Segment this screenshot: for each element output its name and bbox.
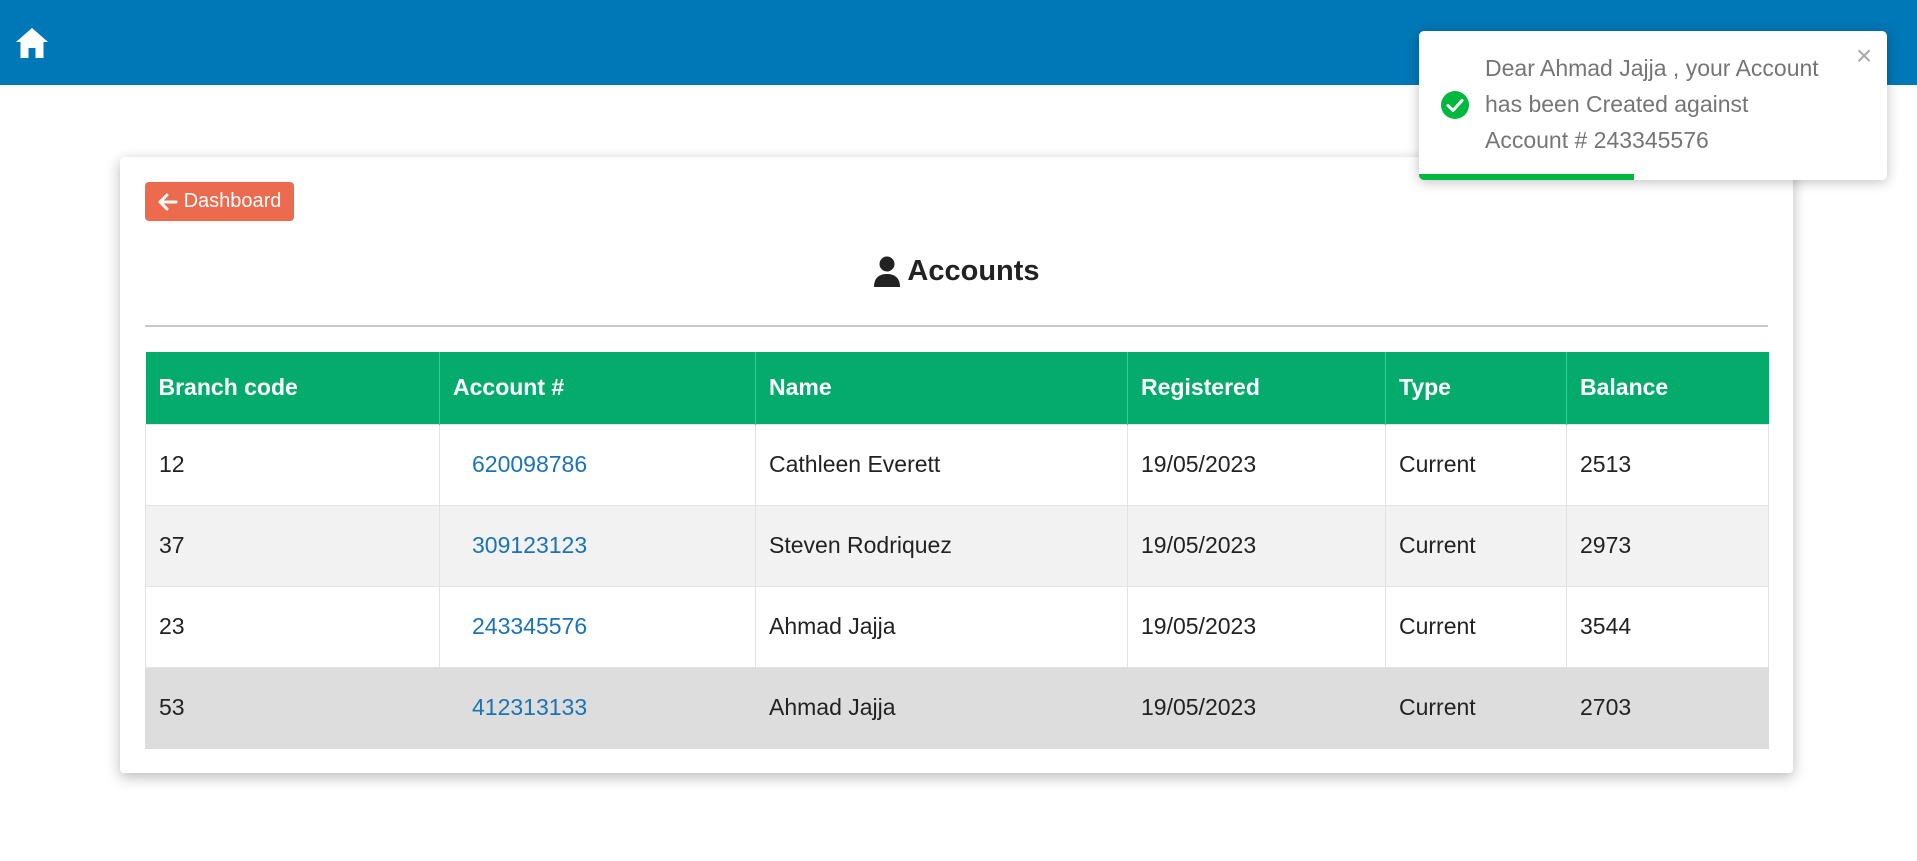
table-header-row: Branch code Account # Name Registered Ty…: [145, 352, 1769, 424]
registered-cell: 19/05/2023: [1127, 585, 1386, 668]
name-cell: Ahmad Jajja: [755, 666, 1128, 749]
type-cell: Current: [1385, 666, 1567, 749]
type-cell: Current: [1385, 423, 1567, 506]
account-number-cell: 412313133: [439, 666, 756, 749]
accounts-card: Dashboard Accounts Branch code Account #…: [120, 157, 1793, 773]
table-row: 12 620098786 Cathleen Everett 19/05/2023…: [145, 423, 1769, 506]
account-number-link[interactable]: 309123123: [472, 532, 587, 558]
column-header-name: Name: [755, 352, 1128, 424]
arrow-left-icon: [158, 193, 178, 210]
balance-cell: 3544: [1566, 585, 1769, 668]
column-header-account-number: Account #: [439, 352, 756, 424]
column-header-balance: Balance: [1566, 352, 1769, 424]
toast-message-line: has been Created against: [1485, 91, 1749, 117]
registered-cell: 19/05/2023: [1127, 504, 1386, 587]
title-divider: [145, 325, 1768, 327]
table-row: 53 412313133 Ahmad Jajja 19/05/2023 Curr…: [145, 666, 1769, 749]
column-header-registered: Registered: [1127, 352, 1386, 424]
branch-code-cell: 37: [145, 504, 440, 587]
account-number-link[interactable]: 620098786: [472, 451, 587, 477]
dashboard-back-button[interactable]: Dashboard: [145, 182, 294, 221]
balance-cell: 2513: [1566, 423, 1769, 506]
registered-cell: 19/05/2023: [1127, 666, 1386, 749]
type-cell: Current: [1385, 504, 1567, 587]
column-header-type: Type: [1385, 352, 1567, 424]
name-cell: Cathleen Everett: [755, 423, 1128, 506]
page-title-text: Accounts: [907, 255, 1040, 287]
branch-code-cell: 23: [145, 585, 440, 668]
account-number-link[interactable]: 243345576: [472, 613, 587, 639]
page-title: Accounts: [120, 255, 1793, 288]
account-number-cell: 309123123: [439, 504, 756, 587]
balance-cell: 2703: [1566, 666, 1769, 749]
success-toast: Dear Ahmad Jajja , your Account has been…: [1419, 31, 1887, 180]
branch-code-cell: 12: [145, 423, 440, 506]
home-button[interactable]: [14, 26, 50, 60]
type-cell: Current: [1385, 585, 1567, 668]
name-cell: Ahmad Jajja: [755, 585, 1128, 668]
branch-code-cell: 53: [145, 666, 440, 749]
account-number-link[interactable]: 412313133: [472, 694, 587, 720]
home-icon: [16, 28, 48, 58]
account-number-cell: 243345576: [439, 585, 756, 668]
toast-message: Dear Ahmad Jajja , your Account has been…: [1485, 50, 1855, 158]
table-row: 37 309123123 Steven Rodriquez 19/05/2023…: [145, 504, 1769, 587]
toast-close-button[interactable]: ×: [1853, 42, 1875, 70]
balance-cell: 2973: [1566, 504, 1769, 587]
table-row: 23 243345576 Ahmad Jajja 19/05/2023 Curr…: [145, 585, 1769, 668]
account-number-cell: 620098786: [439, 423, 756, 506]
dashboard-back-label: Dashboard: [183, 190, 282, 212]
registered-cell: 19/05/2023: [1127, 423, 1386, 506]
user-icon: [874, 256, 901, 287]
name-cell: Steven Rodriquez: [755, 504, 1128, 587]
toast-message-line: Dear Ahmad Jajja , your Account: [1485, 55, 1819, 81]
check-circle-icon: [1441, 91, 1469, 119]
toast-progress-bar: [1419, 174, 1635, 180]
column-header-branch-code: Branch code: [145, 352, 440, 424]
toast-message-line: Account # 243345576: [1485, 127, 1709, 153]
accounts-table: Branch code Account # Name Registered Ty…: [145, 352, 1769, 749]
